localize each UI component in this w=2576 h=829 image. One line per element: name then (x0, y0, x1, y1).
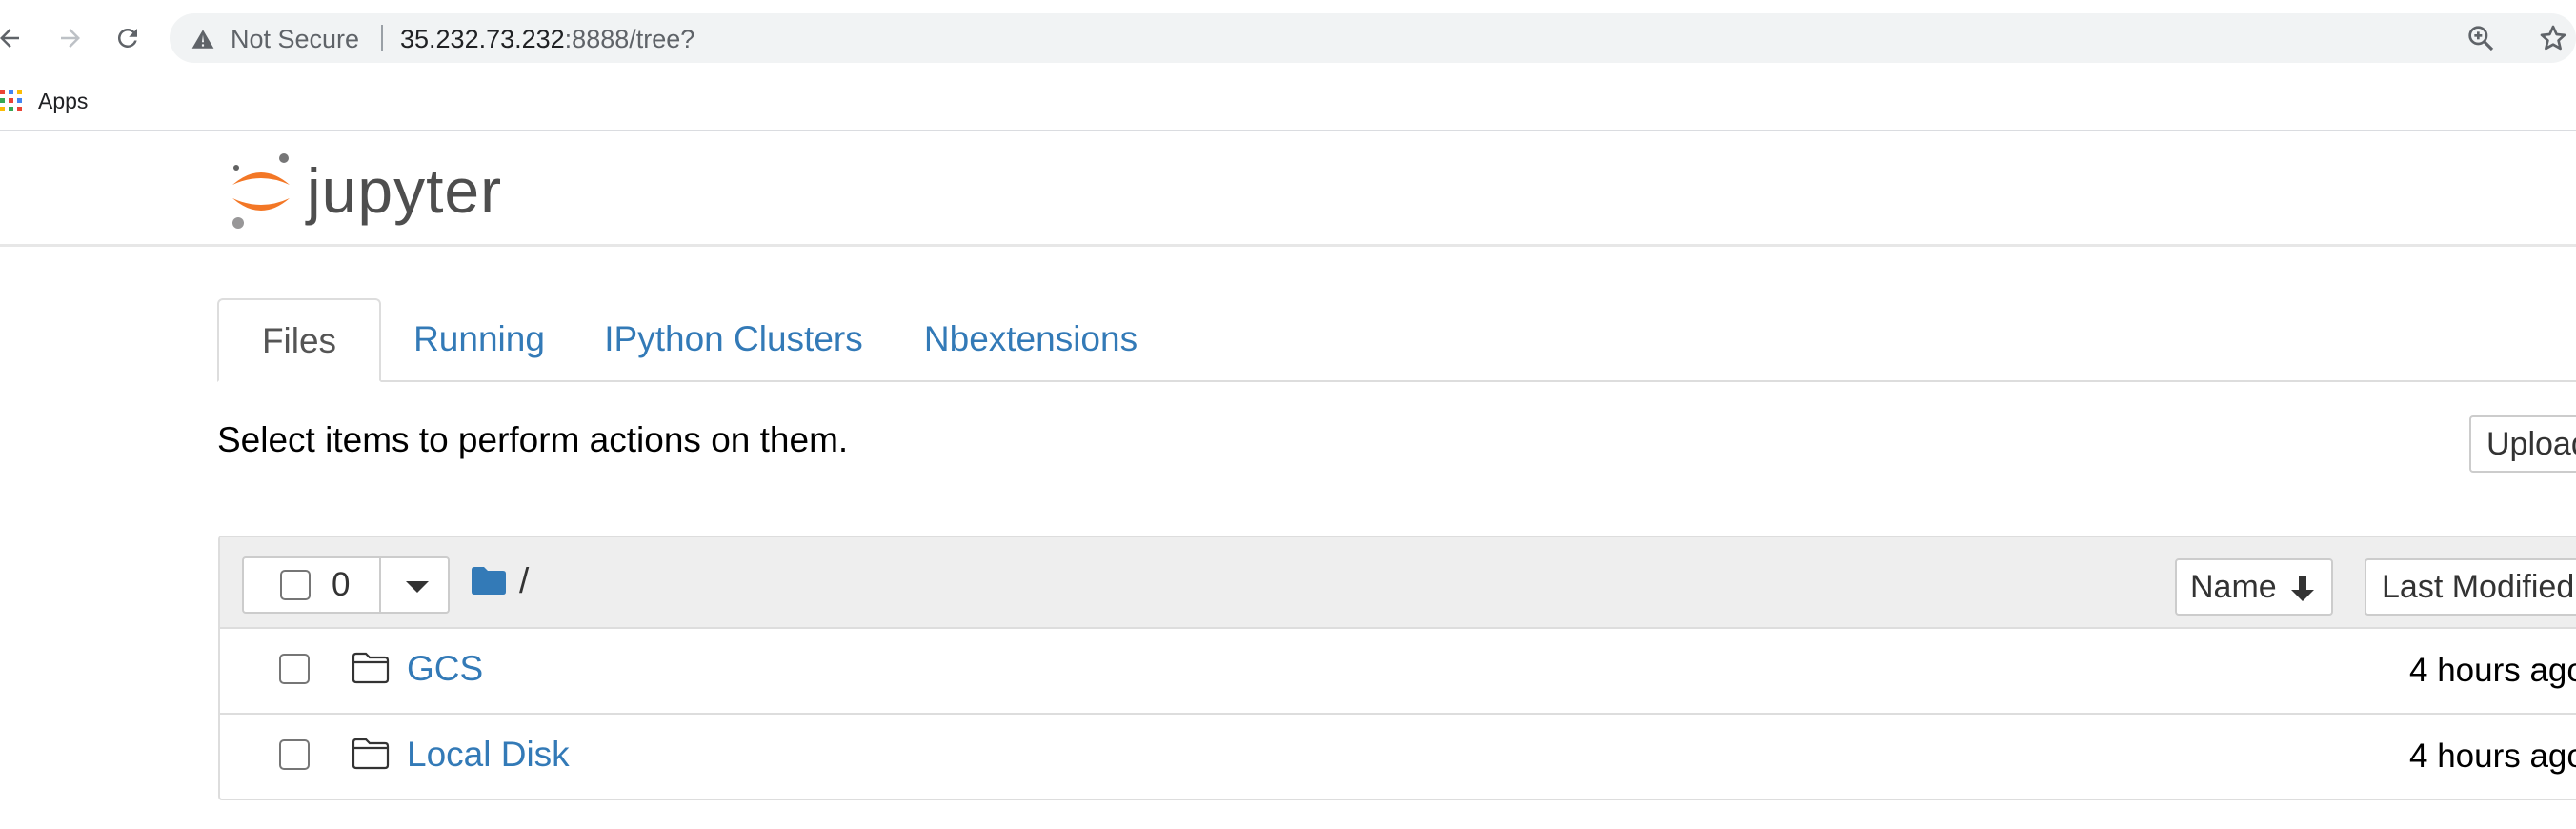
bookmark-apps[interactable]: Apps (38, 88, 88, 114)
bookmarks-bar: Apps (0, 76, 2576, 131)
jupyter-logo[interactable]: jupyter (225, 149, 530, 234)
forward-arrow-icon (61, 29, 80, 48)
breadcrumb-root[interactable]: / (519, 562, 529, 600)
item-modified: 4 hours ago (2409, 652, 2576, 689)
url-path: :8888/tree? (564, 25, 695, 53)
logo-text: jupyter (307, 155, 503, 226)
arrow-down-icon (2291, 576, 2314, 601)
jupyter-logo-icon (232, 153, 290, 229)
item-checkbox[interactable] (279, 654, 310, 684)
tab-ipython-clusters[interactable]: IPython Clusters (596, 298, 871, 380)
security-label[interactable]: Not Secure (231, 25, 359, 53)
tab-running[interactable]: Running (408, 298, 551, 380)
select-all-area: 0 (244, 558, 381, 612)
item-name-link[interactable]: Local Disk (407, 734, 570, 776)
list-item[interactable]: GCS 4 hours ago (220, 629, 2576, 715)
sort-name-button[interactable]: Name (2175, 558, 2333, 616)
tab-files[interactable]: Files (217, 298, 381, 382)
upload-button[interactable]: Upload (2469, 415, 2576, 473)
apps-grid-icon[interactable] (0, 90, 23, 112)
tab-nbextensions[interactable]: Nbextensions (916, 298, 1145, 380)
chevron-down-icon[interactable] (406, 581, 429, 593)
selected-count: 0 (332, 566, 351, 603)
url-text[interactable]: 35.232.73.232:8888/tree? (400, 25, 694, 53)
file-list: 0 / Name Last Modified GCS 4 hours ago L… (218, 536, 2576, 800)
url-host: 35.232.73.232 (400, 25, 565, 53)
address-bar[interactable]: Not Secure 35.232.73.232:8888/tree? (170, 13, 2576, 63)
tab-bar: Files Running IPython Clusters Nbextensi… (217, 298, 2576, 382)
zoom-icon[interactable] (2465, 23, 2496, 53)
instructions-text: Select items to perform actions on them. (217, 420, 849, 459)
warning-triangle-icon (191, 30, 214, 49)
item-checkbox[interactable] (279, 739, 310, 770)
item-modified: 4 hours ago (2409, 738, 2576, 775)
reload-icon (117, 28, 137, 48)
jupyter-header: jupyter (0, 131, 2576, 247)
list-header: 0 / Name Last Modified (220, 537, 2576, 629)
reload-button[interactable] (111, 21, 145, 55)
list-item[interactable]: Local Disk 4 hours ago (220, 715, 2576, 800)
omnibox-divider (381, 25, 383, 51)
sort-last-modified-button[interactable]: Last Modified (2365, 558, 2576, 616)
folder-icon (352, 738, 390, 770)
back-arrow-icon (0, 29, 19, 48)
folder-icon[interactable] (472, 566, 506, 595)
item-name-link[interactable]: GCS (407, 648, 483, 690)
folder-icon (352, 652, 390, 684)
back-button[interactable] (0, 21, 27, 55)
sort-name-label: Name (2190, 569, 2277, 605)
bookmark-star-icon[interactable] (2538, 23, 2568, 53)
select-all-checkbox[interactable] (280, 570, 311, 600)
select-all-group: 0 (242, 556, 450, 614)
forward-button[interactable] (53, 21, 88, 55)
browser-toolbar: Not Secure 35.232.73.232:8888/tree? (0, 0, 2576, 76)
